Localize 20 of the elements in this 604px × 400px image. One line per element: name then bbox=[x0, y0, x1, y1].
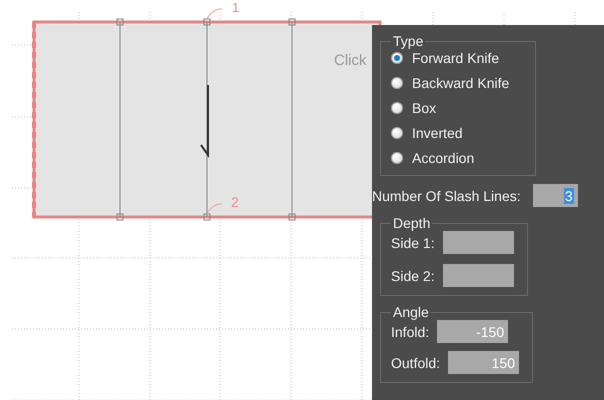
leader-line bbox=[206, 204, 222, 214]
radio-option[interactable]: Forward Knife bbox=[391, 49, 525, 67]
radio-option[interactable]: Box bbox=[391, 99, 525, 117]
field-label: Infold: bbox=[391, 324, 430, 340]
point-label: 1 bbox=[232, 0, 240, 15]
group-title: Depth bbox=[392, 215, 432, 231]
input-field[interactable] bbox=[442, 264, 514, 287]
group-title: Angle bbox=[392, 304, 430, 320]
field-label: Number Of Slash Lines: bbox=[372, 188, 521, 204]
leader-line bbox=[206, 8, 222, 20]
field-label: Outfold: bbox=[391, 354, 440, 370]
input-field[interactable] bbox=[442, 231, 514, 254]
radio-option[interactable]: Accordion bbox=[391, 149, 525, 167]
field-label: Side 2: bbox=[391, 268, 435, 284]
field-label: Side 1: bbox=[391, 234, 435, 250]
group-title: Type bbox=[392, 33, 424, 49]
radio-option[interactable]: Inverted bbox=[391, 124, 525, 142]
point-label: 2 bbox=[231, 194, 239, 210]
radio-option[interactable]: Backward Knife bbox=[391, 74, 525, 92]
canvas-hint: Click bbox=[334, 52, 366, 69]
